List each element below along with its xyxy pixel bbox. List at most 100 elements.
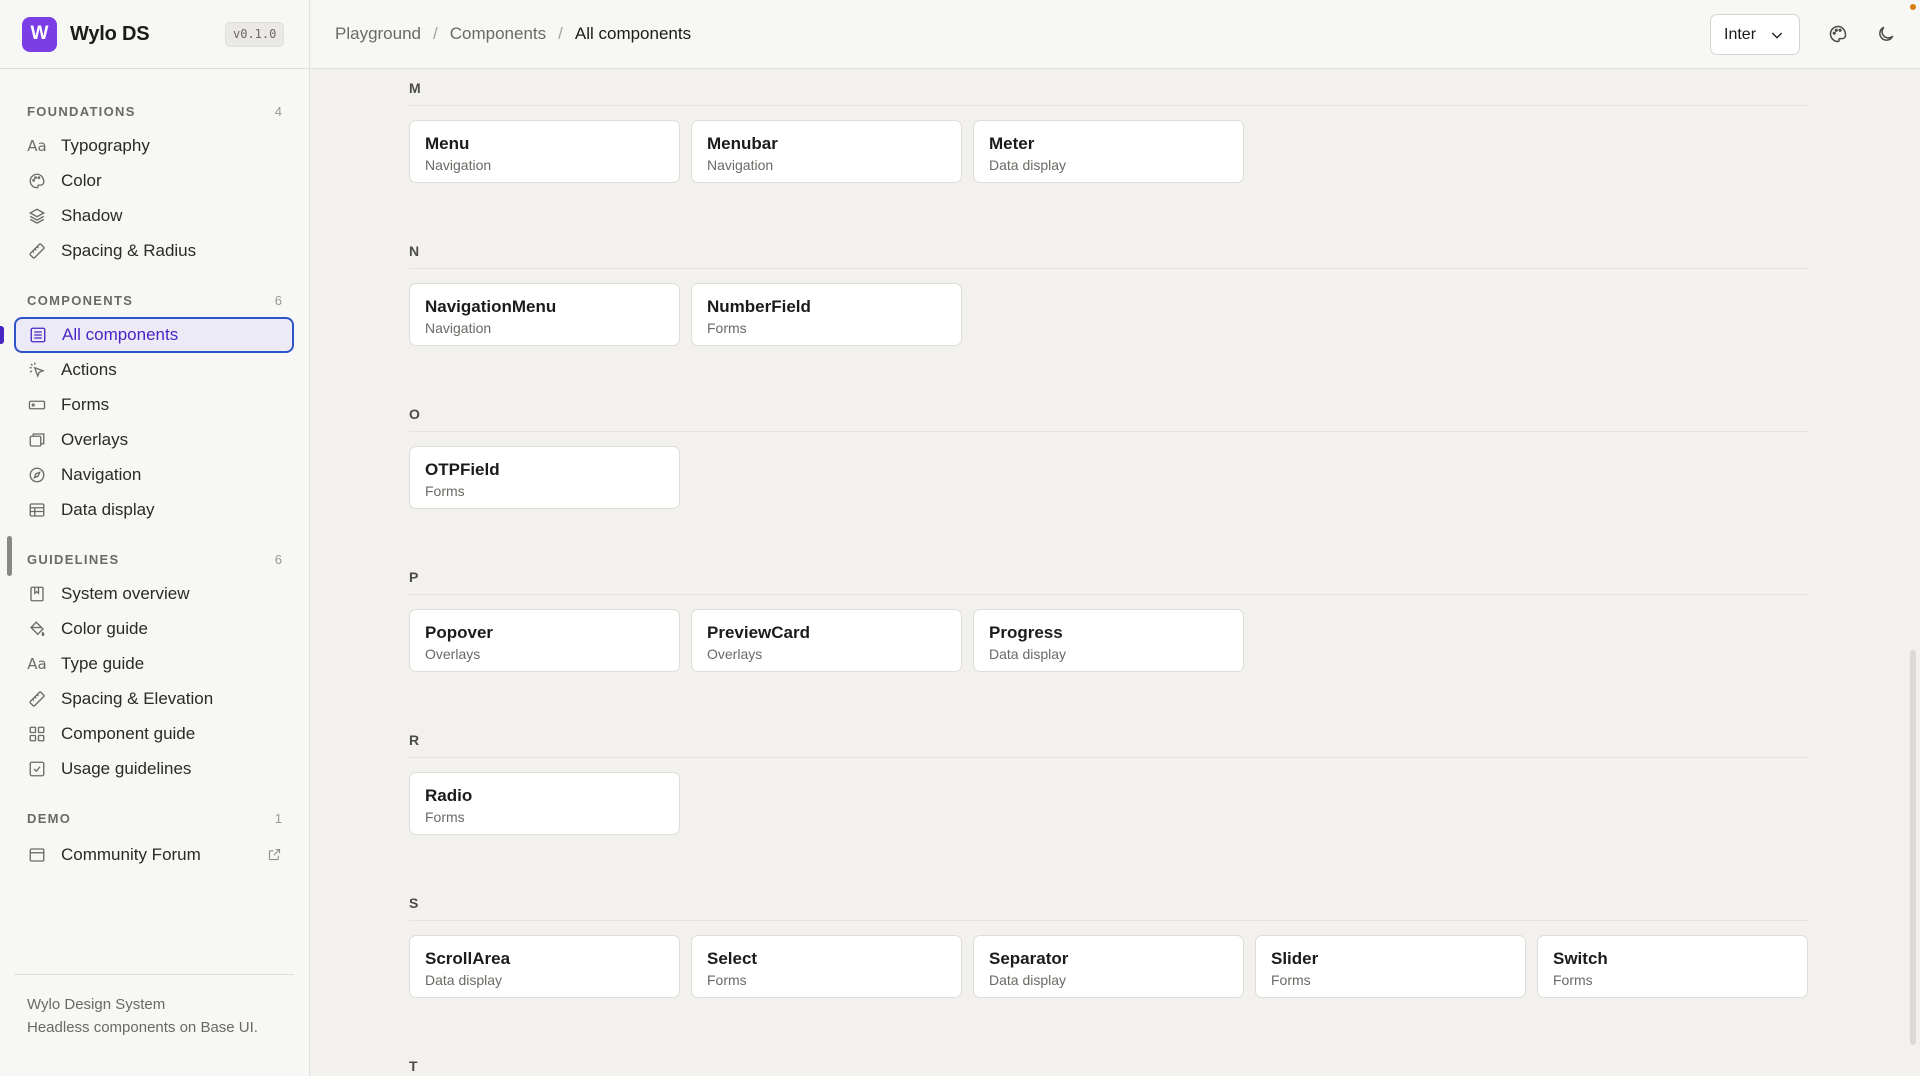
component-card[interactable]: Separator Data display — [973, 935, 1244, 998]
breadcrumb-components[interactable]: Components — [450, 24, 546, 44]
list-icon — [29, 326, 47, 344]
sidebar-item-label: Spacing & Elevation — [61, 689, 214, 708]
section-guidelines: GUIDELINES 6 — [27, 552, 282, 567]
browser-icon — [28, 846, 46, 864]
grid-icon — [28, 725, 46, 743]
divider — [0, 68, 310, 69]
palette-icon[interactable] — [1828, 24, 1848, 44]
sidebar-item-community-forum[interactable]: Community Forum — [14, 837, 294, 873]
font-select[interactable]: Inter — [1710, 14, 1800, 55]
breadcrumb-separator: / — [433, 24, 438, 43]
sidebar-item-spacing-elevation[interactable]: Spacing & Elevation — [14, 681, 294, 717]
component-card[interactable]: NumberField Forms — [691, 283, 962, 346]
chevron-down-icon — [1769, 27, 1785, 43]
form-input-icon — [28, 396, 46, 414]
sidebar-item-label: Type guide — [61, 654, 145, 673]
paint-bucket-icon — [28, 620, 46, 638]
divider — [409, 594, 1809, 595]
component-category: Forms — [707, 320, 747, 336]
component-card[interactable]: ScrollArea Data display — [409, 935, 680, 998]
sidebar-item-label: Color — [61, 171, 102, 190]
component-card[interactable]: Menu Navigation — [409, 120, 680, 183]
group-r: R Radio Forms — [409, 732, 1809, 835]
sidebar-item-navigation[interactable]: Navigation — [14, 457, 294, 493]
sidebar-item-label: Usage guidelines — [61, 759, 192, 778]
palette-icon — [28, 172, 46, 190]
component-card[interactable]: Meter Data display — [973, 120, 1244, 183]
sidebar-item-usage-guidelines[interactable]: Usage guidelines — [14, 751, 294, 787]
group-o: O OTPField Forms — [409, 406, 1809, 509]
divider — [409, 105, 1809, 106]
notification-dot — [1910, 4, 1916, 10]
group-letter: P — [409, 569, 419, 585]
sidebar-footer: Wylo Design System Headless components o… — [14, 974, 294, 1039]
component-name: Switch — [1553, 949, 1608, 968]
sidebar-item-label: Data display — [61, 500, 155, 519]
component-name: Popover — [425, 623, 494, 642]
group-m: M Menu Navigation Menubar Navigation Meter Dat… — [409, 80, 1809, 183]
component-name: Menu — [425, 134, 470, 153]
sidebar-item-label: Community Forum — [61, 845, 201, 864]
book-icon — [28, 585, 46, 603]
card-row: NavigationMenu Navigation NumberField Forms — [409, 283, 962, 346]
component-name: PreviewCard — [707, 623, 810, 642]
divider — [409, 431, 1809, 432]
component-card[interactable]: Slider Forms — [1255, 935, 1526, 998]
group-letter: M — [409, 80, 421, 96]
external-link-icon — [267, 847, 282, 862]
component-category: Overlays — [425, 646, 481, 662]
sidebar-item-label: Typography — [61, 136, 150, 155]
component-category: Navigation — [425, 320, 492, 336]
sidebar-item-component-guide[interactable]: Component guide — [14, 716, 294, 752]
component-card[interactable]: PreviewCard Overlays — [691, 609, 962, 672]
sidebar-item-spacing-radius[interactable]: Spacing & Radius — [14, 233, 294, 269]
sidebar-item-overlays[interactable]: Overlays — [14, 422, 294, 458]
sidebar-item-actions[interactable]: Actions — [14, 352, 294, 388]
typography-icon: Aa — [27, 137, 47, 155]
component-category: Navigation — [707, 157, 774, 173]
component-card[interactable]: NavigationMenu Navigation — [409, 283, 680, 346]
component-card[interactable]: Popover Overlays — [409, 609, 680, 672]
component-category: Navigation — [425, 157, 492, 173]
sidebar-item-color[interactable]: Color — [14, 163, 294, 199]
card-row: Menu Navigation Menubar Navigation Meter Data… — [409, 120, 1244, 183]
component-card[interactable]: Select Forms — [691, 935, 962, 998]
sidebar-item-all-components[interactable]: All components — [14, 317, 294, 353]
breadcrumb-current: All components — [574, 24, 692, 43]
sidebar-item-color-guide[interactable]: Color guide — [14, 611, 294, 647]
component-card[interactable]: Switch Forms — [1537, 935, 1808, 998]
sidebar-item-forms[interactable]: Forms — [14, 387, 294, 423]
component-card[interactable]: Menubar Navigation — [691, 120, 962, 183]
sidebar-item-label: Color guide — [61, 619, 148, 638]
sidebar-item-system-overview[interactable]: System overview — [14, 576, 294, 612]
section-count: 6 — [274, 293, 282, 308]
group-letter: R — [409, 732, 420, 748]
brand[interactable]: W Wylo DS — [22, 16, 150, 52]
sidebar-item-type-guide[interactable]: Aa Type guide — [14, 646, 294, 682]
group-t: T — [409, 1058, 1809, 1074]
component-name: NumberField — [707, 297, 811, 316]
component-category: Data display — [425, 972, 503, 988]
footer-subtitle: Headless components on Base UI. — [27, 1019, 258, 1036]
breadcrumb-playground[interactable]: Playground — [335, 24, 421, 44]
component-name: Slider — [1271, 949, 1319, 968]
component-name: Select — [707, 949, 758, 968]
logo: W — [22, 16, 57, 52]
divider — [409, 757, 1809, 758]
sidebar-item-typography[interactable]: Aa Typography — [14, 128, 294, 164]
card-row: OTPField Forms — [409, 446, 680, 509]
component-card[interactable]: Progress Data display — [973, 609, 1244, 672]
sidebar-scroll-thumb[interactable] — [7, 536, 12, 576]
sidebar-item-label: Actions — [61, 360, 117, 379]
component-card[interactable]: Radio Forms — [409, 772, 680, 835]
sidebar-item-data-display[interactable]: Data display — [14, 492, 294, 528]
breadcrumb-separator: / — [558, 24, 563, 43]
component-category: Forms — [1553, 972, 1593, 988]
sidebar-item-shadow[interactable]: Shadow — [14, 198, 294, 234]
component-card[interactable]: OTPField Forms — [409, 446, 680, 509]
section-demo: DEMO 1 — [27, 811, 282, 826]
section-title: FOUNDATIONS — [27, 104, 136, 119]
group-n: N NavigationMenu Navigation NumberField Form… — [409, 243, 1809, 346]
main-scrollbar[interactable] — [1910, 650, 1916, 1045]
moon-icon[interactable] — [1876, 24, 1896, 44]
